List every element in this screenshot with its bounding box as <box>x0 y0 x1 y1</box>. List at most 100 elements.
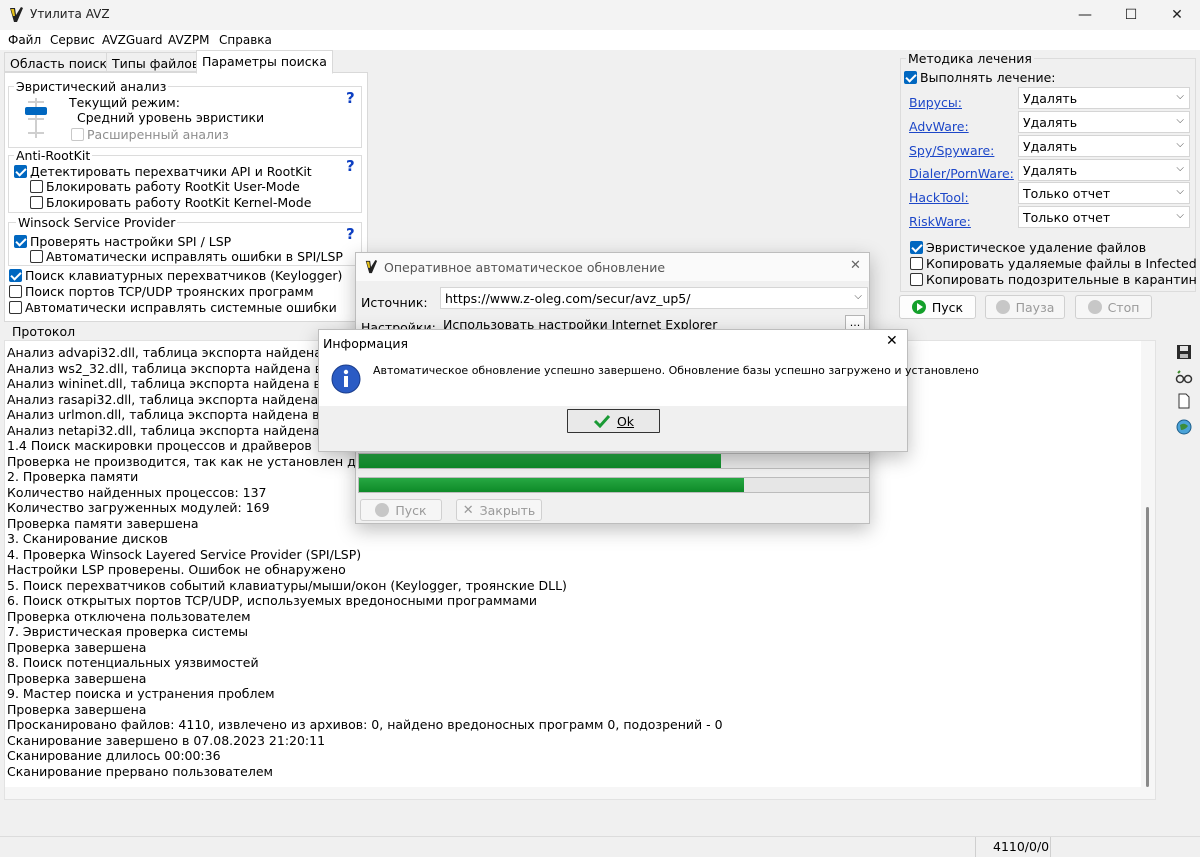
check-spi-lsp-checkbox[interactable] <box>14 235 27 248</box>
treat-spyware-select[interactable]: Удалять ⌵ <box>1018 135 1190 157</box>
log-line: Сканирование прервано пользователем <box>7 763 273 779</box>
log-line: Проверка отключена пользователем <box>7 608 251 624</box>
treat-viruses-link[interactable]: Вирусы: <box>909 95 962 110</box>
scan-counter: 4110/0/0 <box>993 839 1050 854</box>
log-line: 7. Эвристическая проверка системы <box>7 624 249 639</box>
ok-button[interactable]: Ok <box>567 409 660 433</box>
copy-quarantine-checkbox[interactable] <box>910 273 923 286</box>
menu-help[interactable]: Справка <box>219 33 272 47</box>
log-line: 8. Поиск потенциальных уязвимостей <box>7 655 259 670</box>
heuristic-group-title: Эвристический анализ <box>14 79 169 94</box>
close-window-button[interactable]: ✕ <box>1154 0 1200 30</box>
stop-scan-button[interactable]: Стоп <box>1075 295 1152 319</box>
trojan-ports-label: Поиск портов TCP/UDP троянских программ <box>25 284 314 299</box>
heuristic-level-slider[interactable] <box>22 98 50 138</box>
log-line: 6. Поиск открытых портов TCP/UDP, исполь… <box>7 593 538 608</box>
save-icon[interactable] <box>1175 343 1193 361</box>
log-line: Настройки LSP проверены. Ошибок не обнар… <box>7 562 346 577</box>
source-select[interactable]: https://www.z-oleg.com/secur/avz_up5/⌵ <box>440 287 868 309</box>
detect-api-hooks-label: Детектировать перехватчики API и RootKit <box>30 164 312 179</box>
winsock-help-icon[interactable]: ? <box>346 225 355 243</box>
start-scan-button[interactable]: Пуск <box>899 295 976 319</box>
perform-treatment-checkbox[interactable] <box>904 71 917 84</box>
tab-file-types[interactable]: Типы файлов <box>106 52 206 72</box>
menu-bar: Файл Сервис AVZGuard AVZPM Справка <box>0 30 1200 50</box>
trojan-ports-checkbox[interactable] <box>9 285 22 298</box>
close-icon[interactable]: ✕ <box>886 333 898 349</box>
chevron-down-icon: ⌵ <box>1176 115 1184 126</box>
glasses-icon[interactable] <box>1175 368 1193 386</box>
document-icon[interactable] <box>1175 392 1193 410</box>
keylogger-search-label: Поиск клавиатурных перехватчиков (Keylog… <box>25 268 343 283</box>
treat-riskware-link[interactable]: RiskWare: <box>909 214 971 229</box>
treat-hacktool-link[interactable]: HackTool: <box>909 190 969 205</box>
update-close-button[interactable]: ✕ Закрыть <box>456 499 542 521</box>
treat-viruses-select[interactable]: Удалять ⌵ <box>1018 87 1190 109</box>
menu-avzpm[interactable]: AVZPM <box>168 33 209 47</box>
info-dialog: Информация ✕ Автоматическое обновление у… <box>318 329 979 452</box>
treat-advware-link[interactable]: AdvWare: <box>909 119 969 134</box>
log-line: Просканировано файлов: 4110, извлечено и… <box>7 717 723 732</box>
autofix-spi-lsp-checkbox[interactable] <box>30 250 43 263</box>
heuristic-delete-checkbox[interactable] <box>910 241 923 254</box>
keylogger-search-checkbox[interactable] <box>9 269 22 282</box>
chevron-down-icon: ⌵ <box>1176 91 1184 102</box>
tab-search-area[interactable]: Область поиска <box>4 52 121 72</box>
stop-icon <box>1087 300 1102 314</box>
minimize-button[interactable]: — <box>1062 0 1108 30</box>
close-icon[interactable]: ✕ <box>850 258 861 273</box>
copy-quarantine-label: Копировать подозрительные в карантин <box>926 272 1197 287</box>
menu-file[interactable]: Файл <box>8 33 41 47</box>
play-icon <box>911 300 926 314</box>
treat-advware-select[interactable]: Удалять ⌵ <box>1018 111 1190 133</box>
update-start-button[interactable]: Пуск <box>360 499 442 521</box>
update-dialog-titlebar: Оперативное автоматическое обновление ✕ <box>356 253 869 281</box>
network-globe-icon[interactable] <box>1175 418 1193 436</box>
heuristic-help-icon[interactable]: ? <box>346 89 355 107</box>
antirootkit-help-icon[interactable]: ? <box>346 157 355 175</box>
heuristic-delete-label: Эвристическое удаление файлов <box>926 240 1147 255</box>
treat-riskware-select[interactable]: Только отчет ⌵ <box>1018 206 1190 228</box>
treat-dialer-link[interactable]: Dialer/PornWare: <box>909 166 1014 181</box>
heuristic-mode-label: Текущий режим: <box>69 95 180 110</box>
chevron-down-icon: ⌵ <box>1176 139 1184 150</box>
treat-dialer-select[interactable]: Удалять ⌵ <box>1018 159 1190 181</box>
pause-scan-button[interactable]: Пауза <box>985 295 1065 319</box>
protocol-title: Протокол <box>12 324 76 339</box>
tab-search-params[interactable]: Параметры поиска <box>196 50 333 74</box>
treat-spyware-link[interactable]: Spy/Spyware: <box>909 143 994 158</box>
info-dialog-titlebar: Информация ✕ <box>319 330 907 356</box>
menu-avzguard[interactable]: AVZGuard <box>102 33 162 47</box>
play-icon <box>375 503 390 517</box>
log-horizontal-scrollbar[interactable] <box>5 787 1143 799</box>
winsock-group-title: Winsock Service Provider <box>16 215 178 230</box>
progress-bar-1 <box>358 453 870 469</box>
block-usermode-label: Блокировать работу RootKit User-Mode <box>46 179 300 194</box>
perform-treatment-label: Выполнять лечение: <box>920 70 1056 85</box>
copy-infected-checkbox[interactable] <box>910 257 923 270</box>
chevron-down-icon: ⌵ <box>1176 186 1184 197</box>
autofix-system-label: Автоматически исправлять системные ошибк… <box>25 300 337 315</box>
log-line: Проверка завершена <box>7 670 147 686</box>
extended-analysis-checkbox[interactable] <box>71 128 84 141</box>
block-kernelmode-checkbox[interactable] <box>30 196 43 209</box>
checkmark-icon <box>593 414 611 428</box>
menu-service[interactable]: Сервис <box>50 33 95 47</box>
treat-hacktool-select[interactable]: Только отчет ⌵ <box>1018 182 1190 204</box>
log-line: 5. Поиск перехватчиков событий клавиатур… <box>7 577 567 593</box>
log-line: Проверка завершена <box>7 639 147 655</box>
autofix-spi-lsp-label: Автоматически исправлять ошибки в SPI/LS… <box>46 249 343 264</box>
block-usermode-checkbox[interactable] <box>30 180 43 193</box>
avz-logo-icon <box>365 260 378 274</box>
maximize-button[interactable]: ☐ <box>1108 0 1154 30</box>
log-line: Сканирование завершено в 07.08.2023 21:2… <box>7 732 326 748</box>
chevron-down-icon: ⌵ <box>854 291 862 302</box>
log-line: 3. Сканирование дисков <box>7 531 168 546</box>
progress-bar-2 <box>358 477 870 493</box>
log-scrollbar[interactable] <box>1141 341 1155 799</box>
extended-analysis-label: Расширенный анализ <box>87 127 229 142</box>
status-bar: 4110/0/0 <box>0 836 1200 857</box>
detect-api-hooks-checkbox[interactable] <box>14 165 27 178</box>
autofix-system-checkbox[interactable] <box>9 301 22 314</box>
window-title: Утилита AVZ <box>30 7 110 21</box>
